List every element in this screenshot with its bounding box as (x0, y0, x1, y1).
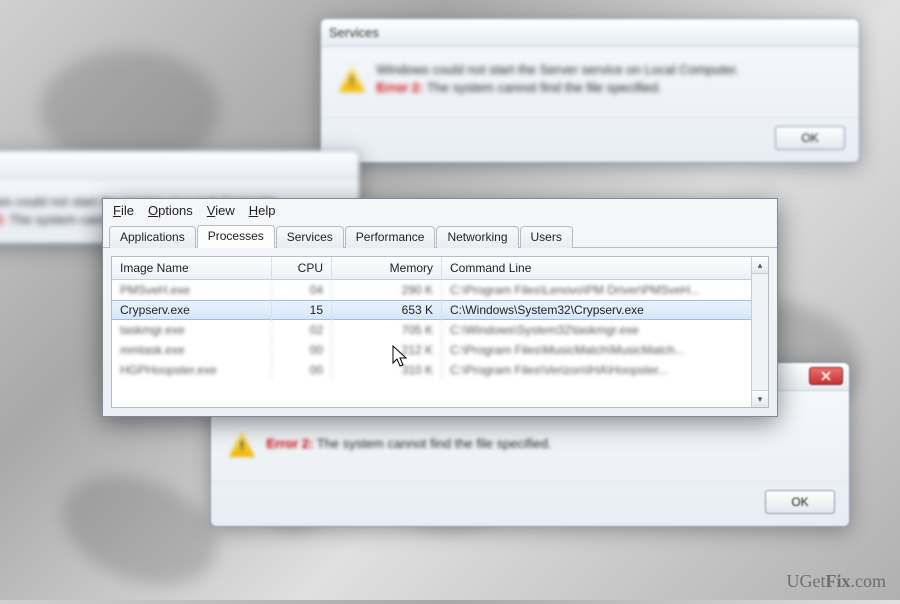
menu-file[interactable]: File (113, 203, 134, 218)
dialog-message: Windows could not start the Server servi… (376, 61, 739, 97)
process-cpu: 15 (272, 299, 332, 321)
close-icon (821, 371, 831, 381)
ok-button[interactable]: OK (765, 490, 835, 514)
dialog-message: Error 2: The system cannot find the file… (266, 435, 551, 453)
table-row[interactable]: HGPHoopster.exe 00 310 K C:\Program File… (112, 360, 768, 380)
table-row[interactable]: taskmgr.exe 02 705 K C:\Windows\System32… (112, 320, 768, 340)
watermark: UGetFix.com (787, 571, 887, 592)
warning-icon (339, 66, 365, 92)
dialog-title (0, 151, 359, 179)
ok-button[interactable]: OK (775, 126, 845, 150)
menu-view[interactable]: View (207, 203, 235, 218)
tab-services[interactable]: Services (276, 226, 344, 248)
services-error-dialog-1: Services Windows could not start the Ser… (320, 18, 860, 163)
menu-options[interactable]: Options (148, 203, 193, 218)
close-button[interactable] (809, 367, 843, 385)
tab-performance[interactable]: Performance (345, 226, 436, 248)
process-command: C:\Windows\System32\Crypserv.exe (442, 299, 768, 321)
col-memory[interactable]: Memory (332, 257, 442, 279)
process-memory: 653 K (332, 299, 442, 321)
dialog-title-text: Services (329, 25, 379, 40)
col-image-name[interactable]: Image Name (112, 257, 272, 279)
table-row[interactable]: PMSveH.exe 04 290 K C:\Program Files\Len… (112, 280, 768, 300)
tab-users[interactable]: Users (520, 226, 573, 248)
menubar: File Options View Help (103, 199, 777, 224)
mouse-cursor-icon (392, 345, 410, 369)
scroll-up-icon[interactable]: ▴ (752, 257, 768, 274)
table-row-selected[interactable]: Crypserv.exe 15 653 K C:\Windows\System3… (112, 300, 768, 320)
tab-networking[interactable]: Networking (436, 226, 518, 248)
dialog-title: Services (321, 19, 859, 47)
vertical-scrollbar[interactable]: ▴ ▾ (751, 257, 768, 407)
menu-help[interactable]: Help (249, 203, 276, 218)
tab-processes[interactable]: Processes (197, 225, 275, 248)
tabbar: Applications Processes Services Performa… (103, 224, 777, 248)
tab-applications[interactable]: Applications (109, 226, 196, 248)
task-manager-window: File Options View Help Applications Proc… (102, 198, 778, 417)
process-table: Image Name CPU Memory Command Line PMSve… (111, 256, 769, 408)
scroll-down-icon[interactable]: ▾ (752, 390, 768, 407)
process-name: Crypserv.exe (112, 299, 272, 321)
col-cpu[interactable]: CPU (272, 257, 332, 279)
table-body: PMSveH.exe 04 290 K C:\Program Files\Len… (112, 280, 768, 380)
table-header: Image Name CPU Memory Command Line (112, 257, 768, 280)
col-command-line[interactable]: Command Line (442, 257, 768, 279)
warning-icon (229, 431, 255, 457)
table-row[interactable]: mmtask.exe 00 212 K C:\Program Files\Mus… (112, 340, 768, 360)
